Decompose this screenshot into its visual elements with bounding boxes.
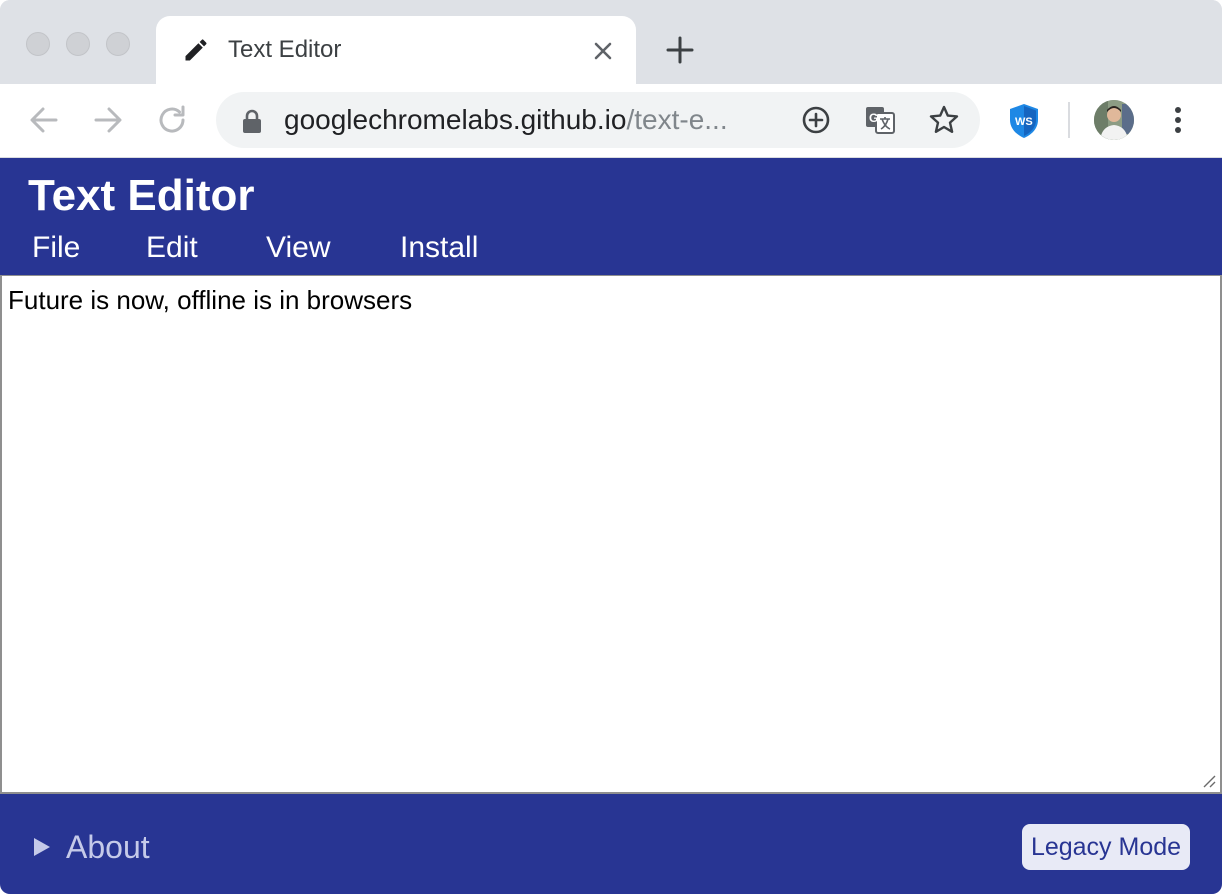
minimize-window-button[interactable] — [66, 32, 90, 56]
address-bar[interactable]: googlechromelabs.github.io/text-e... G — [216, 92, 980, 148]
reload-icon[interactable] — [154, 102, 190, 138]
menu-edit[interactable]: Edit — [146, 230, 198, 266]
tab-strip: Text Editor — [0, 0, 1222, 84]
new-tab-icon[interactable] — [664, 34, 696, 66]
page-title: Text Editor — [28, 171, 255, 220]
ws-extension-icon[interactable]: WS — [1006, 102, 1042, 140]
avatar[interactable] — [1094, 100, 1134, 140]
legacy-mode-button[interactable]: Legacy Mode — [1022, 824, 1190, 870]
url-host: googlechromelabs.github.io — [284, 104, 627, 135]
translate-icon[interactable]: G — [864, 104, 896, 136]
menu-view[interactable]: View — [266, 230, 330, 266]
editor-content[interactable]: Future is now, offline is in browsers — [8, 284, 412, 316]
svg-text:WS: WS — [1015, 116, 1033, 128]
url-text[interactable]: googlechromelabs.github.io/text-e... — [284, 105, 728, 135]
close-window-button[interactable] — [26, 32, 50, 56]
tab-close-icon[interactable] — [590, 38, 616, 64]
browser-toolbar: googlechromelabs.github.io/text-e... G W… — [0, 84, 1222, 158]
tab-text-editor[interactable]: Text Editor — [156, 16, 636, 84]
star-icon[interactable] — [928, 104, 960, 136]
text-editor-area[interactable]: Future is now, offline is in browsers — [0, 275, 1222, 794]
disclosure-triangle-icon[interactable] — [32, 836, 52, 858]
svg-text:G: G — [869, 111, 878, 125]
lock-icon[interactable] — [240, 108, 264, 134]
browser-window: Text Editor googlechromelabs.github.io/t… — [0, 0, 1222, 894]
forward-icon[interactable] — [90, 102, 126, 138]
tab-title: Text Editor — [228, 36, 342, 63]
install-icon[interactable] — [800, 104, 832, 136]
back-icon[interactable] — [26, 102, 62, 138]
menu-icon[interactable] — [1160, 102, 1196, 138]
menu-install[interactable]: Install — [400, 230, 478, 266]
zoom-window-button[interactable] — [106, 32, 130, 56]
pencil-icon — [182, 36, 210, 64]
url-path: /text-e... — [626, 104, 728, 135]
resize-handle-icon[interactable] — [1200, 772, 1216, 788]
toolbar-separator — [1068, 102, 1070, 138]
app-footer: About Legacy Mode — [0, 794, 1222, 894]
about-toggle[interactable]: About — [66, 828, 150, 866]
app-header: Text Editor File Edit View Install — [0, 158, 1222, 275]
menu-file[interactable]: File — [32, 230, 80, 266]
